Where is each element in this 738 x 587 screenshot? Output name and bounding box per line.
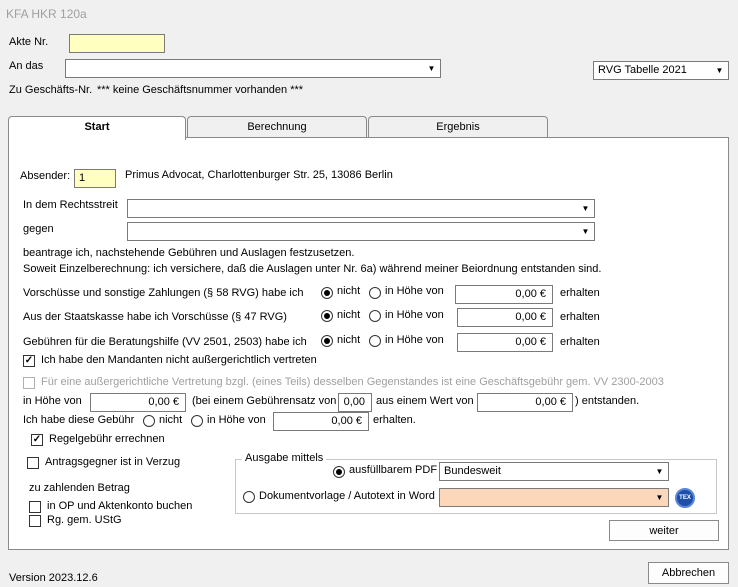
entstanden-text: ) entstanden. xyxy=(575,395,640,407)
vertretung-label: Für eine außergerichtliche Vertretung bz… xyxy=(41,376,664,388)
word-combo[interactable]: ▼ xyxy=(439,488,669,507)
absender-text: Primus Advocat, Charlottenburger Str. 25… xyxy=(125,169,393,181)
ustg-label: Rg. gem. UStG xyxy=(47,514,122,526)
pdf-value: Bundesweit xyxy=(444,465,501,477)
vorschuesse-suffix: erhalten xyxy=(560,287,600,299)
mandant-label: Ich habe den Mandanten nicht außergerich… xyxy=(41,354,317,366)
gebuehrensatz-input[interactable]: 0,00 xyxy=(338,393,372,412)
abbrechen-label: Abbrechen xyxy=(661,567,716,579)
tab-start-label: Start xyxy=(84,121,110,133)
mandant-checkbox[interactable]: ✓ xyxy=(23,355,35,367)
vorschuesse-hoehe-radio[interactable] xyxy=(369,287,381,299)
beratungshilfe-suffix: erhalten xyxy=(560,336,600,348)
antrag-text: beantrage ich, nachstehende Gebühren und… xyxy=(23,247,355,259)
rechtsstreit-combo[interactable]: ▼ xyxy=(127,199,595,218)
start-panel: Absender: 1 Primus Advocat, Charlottenbu… xyxy=(8,137,729,550)
akte-label: Akte Nr. xyxy=(9,36,49,48)
ausgabe-legend: Ausgabe mittels xyxy=(242,452,327,464)
vorschuesse-nicht-radio[interactable] xyxy=(321,287,333,299)
staatskasse-nicht-radio[interactable] xyxy=(321,310,333,322)
absender-label: Absender: xyxy=(20,170,71,182)
regelgebuehr-checkbox[interactable]: ✓ xyxy=(31,434,43,446)
gegen-label: gegen xyxy=(23,223,54,235)
geschaeftsgebuehr-amount[interactable]: 0,00 € xyxy=(90,393,186,412)
rechtsstreit-label: In dem Rechtsstreit xyxy=(23,199,118,211)
tab-ergebnis-label: Ergebnis xyxy=(436,121,480,133)
staatskasse-hoehe-label: in Höhe von xyxy=(385,309,444,321)
staatskasse-label: Aus der Staatskasse habe ich Vorschüsse … xyxy=(23,311,287,323)
weiter-label: weiter xyxy=(649,524,679,537)
vertretung-checkbox[interactable] xyxy=(23,377,35,389)
pdf-radio[interactable] xyxy=(333,466,345,478)
op-checkbox[interactable] xyxy=(29,501,41,513)
verzug-label: Antragsgegner ist in Verzug xyxy=(45,456,181,468)
tab-berechnung-label: Berechnung xyxy=(247,121,307,133)
chevron-down-icon[interactable]: ▼ xyxy=(652,464,667,479)
diese-hoehe-label: in Höhe von xyxy=(207,414,266,426)
staatskasse-nicht-label: nicht xyxy=(337,309,361,321)
title-bar: KFA HKR 120a xyxy=(0,0,738,28)
beratungshilfe-hoehe-label: in Höhe von xyxy=(385,334,444,346)
verzug-checkbox[interactable] xyxy=(27,457,39,469)
wert-label: aus einem Wert von xyxy=(376,395,474,407)
staatskasse-hoehe-radio[interactable] xyxy=(369,310,381,322)
tab-berechnung[interactable]: Berechnung xyxy=(187,116,367,138)
geschaeft-value: *** keine Geschäftsnummer vorhanden *** xyxy=(97,84,304,96)
regelgebuehr-label: Regelgebühr errechnen xyxy=(49,433,165,445)
beratungshilfe-label: Gebühren für die Beratungshilfe (VV 2501… xyxy=(23,336,307,348)
chevron-down-icon[interactable]: ▼ xyxy=(712,63,727,78)
vorschuesse-nicht-label: nicht xyxy=(337,285,361,297)
versicherung-text: Soweit Einzelberechnung: ich versichere,… xyxy=(23,263,602,275)
pdf-label: ausfüllbarem PDF xyxy=(349,464,438,476)
beratungshilfe-amount[interactable]: 0,00 € xyxy=(457,333,553,352)
word-label: Dokumentvorlage / Autotext in Word xyxy=(259,490,435,502)
beratungshilfe-hoehe-radio[interactable] xyxy=(369,335,381,347)
beratungshilfe-nicht-label: nicht xyxy=(337,334,361,346)
word-radio[interactable] xyxy=(243,491,255,503)
an-das-combo[interactable]: ▼ xyxy=(65,59,441,78)
vorschuesse-amount[interactable]: 0,00 € xyxy=(455,285,553,304)
akte-input[interactable] xyxy=(69,34,165,53)
diese-amount[interactable]: 0,00 € xyxy=(273,412,369,431)
diese-suffix: erhalten. xyxy=(373,414,416,426)
tab-start[interactable]: Start xyxy=(8,116,186,140)
gebuehrensatz-label: (bei einem Gebührensatz von xyxy=(192,395,337,407)
version-text: Version 2023.12.6 xyxy=(9,572,98,584)
geschaeft-label: Zu Geschäfts-Nr. xyxy=(9,84,93,96)
hoehe-label: in Höhe von xyxy=(23,395,82,407)
diese-nicht-label: nicht xyxy=(159,414,183,426)
rvg-table-value: RVG Tabelle 2021 xyxy=(598,64,687,76)
chevron-down-icon[interactable]: ▼ xyxy=(578,201,593,216)
staatskasse-amount[interactable]: 0,00 € xyxy=(457,308,553,327)
word-template-icon-text: TEX xyxy=(679,495,691,501)
absender-input[interactable]: 1 xyxy=(74,169,116,188)
rvg-table-combo[interactable]: RVG Tabelle 2021 ▼ xyxy=(593,61,729,80)
chevron-down-icon[interactable]: ▼ xyxy=(424,61,439,76)
op-label: in OP und Aktenkonto buchen xyxy=(47,500,193,512)
ustg-checkbox[interactable] xyxy=(29,515,41,527)
pdf-combo[interactable]: Bundesweit ▼ xyxy=(439,462,669,481)
chevron-down-icon[interactable]: ▼ xyxy=(652,490,667,505)
wert-input[interactable]: 0,00 € xyxy=(477,393,573,412)
abbrechen-button[interactable]: Abbrechen xyxy=(648,562,729,584)
an-das-label: An das xyxy=(9,60,44,72)
tab-ergebnis[interactable]: Ergebnis xyxy=(368,116,548,138)
chevron-down-icon[interactable]: ▼ xyxy=(578,224,593,239)
vorschuesse-label: Vorschüsse und sonstige Zahlungen (§ 58 … xyxy=(23,287,304,299)
beratungshilfe-nicht-radio[interactable] xyxy=(321,335,333,347)
window-title: KFA HKR 120a xyxy=(6,7,87,21)
vorschuesse-hoehe-label: in Höhe von xyxy=(385,285,444,297)
zahlen-label: zu zahlenden Betrag xyxy=(29,482,130,494)
weiter-button[interactable]: weiter xyxy=(609,520,719,541)
diese-nicht-radio[interactable] xyxy=(143,415,155,427)
diese-hoehe-radio[interactable] xyxy=(191,415,203,427)
staatskasse-suffix: erhalten xyxy=(560,311,600,323)
diese-gebuehr-label: Ich habe diese Gebühr xyxy=(23,414,135,426)
word-template-icon[interactable]: TEX xyxy=(675,488,695,508)
gegen-combo[interactable]: ▼ xyxy=(127,222,595,241)
